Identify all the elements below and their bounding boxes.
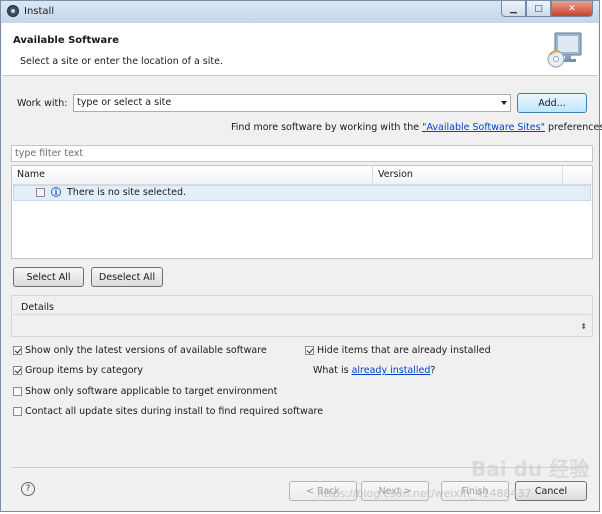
checkbox-unchecked[interactable] [13, 406, 22, 416]
eclipse-app-icon [7, 5, 19, 17]
already-installed-link[interactable]: already installed [352, 365, 431, 376]
scroll-arrows-icon[interactable]: ⬍ [580, 322, 587, 331]
minimize-button[interactable]: ▁ [501, 1, 526, 17]
page-title: Available Software [13, 35, 120, 46]
find-more-prefix: Find more software by working with the [231, 122, 423, 133]
group-by-category-label: Group items by category [25, 364, 144, 376]
close-icon: ✕ [568, 3, 576, 14]
work-with-label: Work with: [17, 98, 68, 109]
row-checkbox[interactable] [36, 188, 45, 197]
available-software-sites-link[interactable]: "Available Software Sites" [422, 122, 545, 133]
filter-placeholder: type filter text [15, 148, 84, 159]
info-icon: i [51, 187, 61, 197]
details-divider [13, 314, 591, 315]
latest-versions-label: Show only the latest versions of availab… [25, 344, 267, 356]
baidu-watermark: Bai du 经验 [471, 457, 590, 481]
close-button[interactable]: ✕ [551, 1, 593, 17]
help-icon[interactable]: ? [21, 482, 35, 496]
window-title: Install [24, 6, 55, 17]
hide-installed-label: Hide items that are already installed [317, 344, 491, 356]
target-environment-label: Show only software applicable to target … [25, 385, 278, 397]
add-button[interactable]: Add... [517, 93, 587, 113]
install-wizard-icon [547, 32, 582, 68]
hide-installed-checkbox[interactable]: Hide items that are already installed [305, 343, 491, 357]
software-table: Name Version i There is no site selected… [11, 165, 593, 259]
filter-input[interactable]: type filter text [11, 145, 593, 162]
minimize-icon: ▁ [510, 3, 517, 14]
details-label: Details [21, 302, 54, 313]
find-more-suffix: preferences. [544, 122, 602, 133]
maximize-icon: □ [534, 3, 543, 14]
work-with-value: type or select a site [77, 97, 172, 108]
what-is-installed-text: What is already installed? [313, 365, 435, 376]
checkbox-checked[interactable] [13, 345, 22, 355]
target-environment-checkbox[interactable]: Show only software applicable to target … [13, 384, 277, 398]
table-header: Name Version [12, 166, 592, 185]
checkbox-checked[interactable] [305, 345, 314, 355]
contact-sites-label: Contact all update sites during install … [25, 405, 324, 417]
contact-sites-checkbox[interactable]: Contact all update sites during install … [13, 404, 323, 418]
row-name: There is no site selected. [67, 187, 186, 198]
column-separator[interactable] [372, 166, 373, 184]
what-is-suffix: ? [430, 365, 436, 376]
install-dialog: Install ▁ □ ✕ Available Software Select … [0, 0, 602, 512]
checkbox-unchecked[interactable] [13, 386, 22, 396]
work-with-combo[interactable]: type or select a site [73, 94, 511, 112]
column-version[interactable]: Version [378, 169, 413, 180]
checkbox-checked[interactable] [13, 365, 22, 375]
window-controls: ▁ □ ✕ [501, 1, 593, 18]
select-all-button[interactable]: Select All [13, 267, 84, 287]
wizard-header: Available Software Select a site or ente… [2, 23, 598, 76]
url-watermark: https://blog.csdn.net/weixin_41488437 [317, 487, 532, 500]
maximize-button[interactable]: □ [526, 1, 551, 17]
deselect-all-button[interactable]: Deselect All [91, 267, 163, 287]
what-is-prefix: What is [313, 365, 352, 376]
find-more-text: Find more software by working with the "… [231, 122, 602, 133]
page-description: Select a site or enter the location of a… [20, 56, 223, 67]
latest-versions-checkbox[interactable]: Show only the latest versions of availab… [13, 343, 267, 357]
group-by-category-checkbox[interactable]: Group items by category [13, 363, 143, 377]
table-row[interactable]: i There is no site selected. [13, 185, 591, 201]
column-name[interactable]: Name [17, 169, 45, 180]
column-separator[interactable] [562, 166, 563, 184]
chevron-down-icon[interactable] [501, 101, 507, 105]
details-group: Details ⬍ [11, 295, 593, 337]
title-bar: Install ▁ □ ✕ [1, 1, 599, 23]
